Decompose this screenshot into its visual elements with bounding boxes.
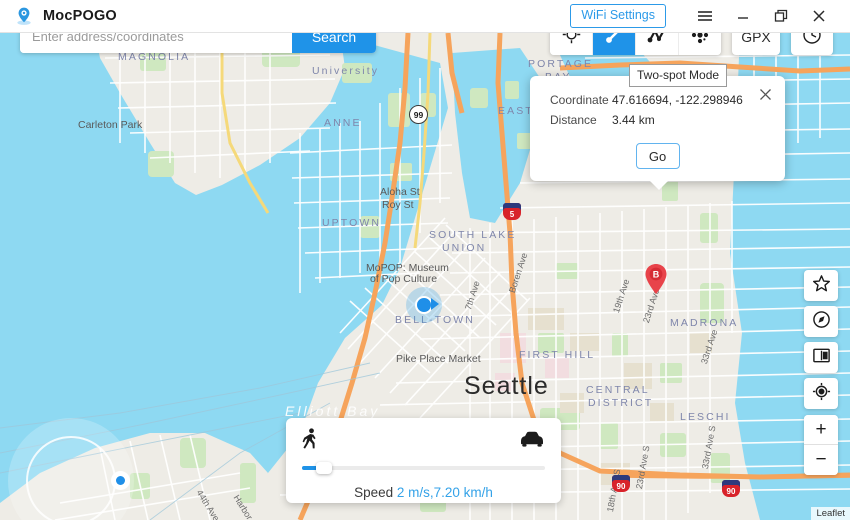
hamburger-menu-icon[interactable] [686, 0, 724, 32]
mode-tooltip: Two-spot Mode [629, 64, 728, 87]
speed-panel: Speed 2 m/s,7.20 km/h [286, 418, 561, 503]
zoom-out-button[interactable]: − [804, 445, 838, 475]
app-title: MocPOGO [43, 8, 117, 24]
app-logo-group: MocPOGO [0, 6, 117, 26]
coordinate-value: 47.616694, -122.298946 [612, 93, 743, 107]
close-icon[interactable] [756, 85, 774, 103]
joystick-control[interactable] [8, 418, 134, 520]
layers-button[interactable] [804, 342, 838, 373]
favorites-button[interactable] [804, 270, 838, 301]
speed-slider[interactable] [302, 462, 545, 474]
star-icon [812, 274, 831, 298]
window-controls: WiFi Settings [570, 0, 850, 32]
route-shield-icon: 99 [409, 105, 428, 124]
speed-value: 2 m/s,7.20 km/h [396, 485, 493, 500]
mocpogo-window: MocPOGO WiFi Settings MAGNOLIA Universit… [0, 0, 850, 520]
locate-button[interactable] [804, 378, 838, 409]
compass-icon [812, 310, 831, 334]
joystick-handle-icon[interactable] [111, 471, 130, 490]
restore-window-icon[interactable] [762, 0, 800, 32]
titlebar: MocPOGO WiFi Settings [0, 0, 850, 33]
distance-row: Distance 3.44 km [530, 110, 785, 130]
zoom-in-button[interactable]: + [804, 415, 838, 445]
joystick-inner-ring [26, 436, 116, 520]
distance-label: Distance [550, 113, 597, 127]
zoom-controls: + − [804, 415, 838, 475]
wifi-settings-button[interactable]: WiFi Settings [570, 4, 666, 28]
speed-readout: Speed 2 m/s,7.20 km/h [302, 485, 545, 500]
locate-target-icon [812, 382, 831, 406]
slider-handle[interactable] [316, 462, 333, 474]
location-info-popup: Coordinate 47.616694, -122.298946 Distan… [530, 76, 785, 190]
interstate-shield-icon: 5 [503, 203, 521, 220]
close-icon[interactable] [800, 0, 838, 32]
minimize-icon[interactable] [724, 0, 762, 32]
map-attribution[interactable]: Leaflet [811, 507, 850, 520]
coordinate-label: Coordinate [550, 93, 609, 107]
interstate-shield-icon: 90 [722, 480, 740, 497]
interstate-shield-icon: 90 [612, 475, 630, 492]
map-controls: + − [804, 270, 838, 475]
go-button[interactable]: Go [635, 143, 680, 169]
slider-track [302, 466, 545, 470]
speed-label: Speed [354, 485, 394, 500]
location-pin-icon [14, 6, 34, 26]
car-icon [519, 430, 545, 453]
compass-button[interactable] [804, 306, 838, 337]
pedestrian-icon [302, 427, 320, 455]
book-layers-icon [812, 346, 831, 370]
distance-value: 3.44 km [612, 113, 655, 127]
speed-mode-icons [302, 427, 545, 455]
coordinate-row: Coordinate 47.616694, -122.298946 [530, 90, 785, 110]
